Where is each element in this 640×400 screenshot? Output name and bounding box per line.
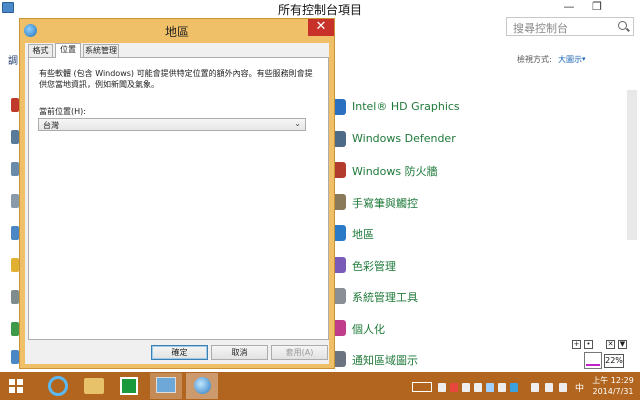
cp-left-item-icon[interactable]	[11, 194, 19, 208]
cp-item[interactable]: Windows Defender	[330, 130, 530, 150]
cpu-percent-gadget[interactable]: 22%	[604, 354, 624, 368]
gadget-menu-button[interactable]: ▼	[618, 340, 627, 349]
gadget-close-button[interactable]: ✕	[606, 340, 615, 349]
tray-icon[interactable]	[510, 383, 518, 392]
cp-item[interactable]: Windows 防火牆	[330, 161, 530, 181]
tray-icon[interactable]	[474, 383, 482, 392]
cp-item-label: Windows 防火牆	[352, 165, 438, 178]
tab-administrative[interactable]: 系統管理	[83, 44, 119, 58]
region-dialog-body: 格式 位置 系統管理 有些軟體 (包含 Windows) 可能會提供特定位置的額…	[25, 43, 329, 364]
cp-left-item-icon[interactable]	[11, 322, 19, 336]
location-tab-panel: 有些軟體 (包含 Windows) 可能會提供特定位置的額外內容。有些服務則會提…	[28, 57, 329, 340]
bluetooth-icon[interactable]	[486, 383, 494, 392]
phone-icon[interactable]	[531, 383, 539, 392]
taskbar-clock[interactable]: 上午 12:29 2014/7/31	[590, 375, 636, 397]
cp-item-label: 個人化	[352, 322, 385, 336]
control-panel-scrollbar[interactable]	[627, 90, 637, 240]
cp-item[interactable]: 系統管理工具	[330, 287, 530, 307]
cp-item[interactable]: 色彩管理	[330, 256, 530, 276]
clock-date: 2014/7/31	[592, 387, 634, 396]
cp-item-label: 手寫筆與觸控	[352, 196, 418, 210]
cancel-button[interactable]: 取消	[211, 345, 268, 360]
control-panel-icon	[156, 377, 176, 393]
cp-item-label: 色彩管理	[352, 259, 396, 273]
taskbar-control-panel-button[interactable]	[150, 373, 182, 399]
location-description: 有些軟體 (包含 Windows) 可能會提供特定位置的額外內容。有些服務則會提…	[39, 69, 313, 89]
cp-item-label: Windows Defender	[352, 131, 456, 145]
file-explorer-icon[interactable]	[84, 378, 104, 394]
cp-item[interactable]: 通知區域圖示	[330, 350, 530, 370]
globe-icon	[194, 377, 211, 394]
restore-button[interactable]: ❐	[584, 0, 610, 15]
view-by-label: 檢視方式:	[517, 55, 552, 64]
cp-left-item-icon[interactable]	[11, 350, 19, 364]
region-dialog-titlebar[interactable]: 地區 ✕	[20, 19, 334, 43]
volume-icon[interactable]	[559, 383, 567, 392]
cp-left-item-icon[interactable]	[11, 290, 19, 304]
cp-left-item-icon[interactable]	[11, 130, 19, 144]
minimize-button[interactable]: —	[556, 0, 582, 15]
cp-item[interactable]: 手寫筆與觸控	[330, 193, 530, 213]
cp-item-label: Intel® HD Graphics	[352, 100, 460, 113]
close-button[interactable]: ✕	[308, 19, 334, 36]
performance-graph-gadget[interactable]	[584, 352, 602, 369]
cp-item-label: 地區	[352, 228, 374, 241]
tab-formats[interactable]: 格式	[28, 44, 53, 58]
tray-icon[interactable]	[450, 383, 458, 392]
battery-icon[interactable]	[545, 383, 553, 392]
gadget-add-button[interactable]: +	[572, 340, 581, 349]
cp-left-item-icon[interactable]	[11, 162, 19, 176]
control-panel-left-heading: 調	[8, 56, 18, 67]
cp-item[interactable]: 地區	[330, 224, 530, 244]
internet-explorer-icon[interactable]	[48, 376, 68, 396]
region-dialog-title: 地區	[164, 25, 189, 39]
windows-start-icon[interactable]	[9, 379, 23, 393]
ok-button[interactable]: 確定	[151, 345, 208, 360]
cp-item[interactable]: Intel® HD Graphics	[330, 98, 530, 118]
cp-item-label: 通知區域圖示	[352, 354, 418, 367]
gadget-dot-button[interactable]: •	[584, 340, 593, 349]
control-panel-titlebar: 所有控制台項目 — ❐	[0, 0, 640, 17]
region-dialog: 地區 ✕ 格式 位置 系統管理 有些軟體 (包含 Windows) 可能會提供特…	[19, 18, 335, 369]
ime-indicator[interactable]: 中	[575, 381, 584, 394]
view-by-dropdown[interactable]: 大圖示	[558, 54, 582, 65]
tray-icon[interactable]	[438, 383, 446, 392]
home-location-label: 當前位置(H):	[39, 107, 86, 116]
search-placeholder: 搜尋控制台	[513, 22, 568, 35]
tab-location[interactable]: 位置	[55, 43, 81, 58]
chevron-down-icon: ⌄	[294, 119, 301, 128]
cp-item[interactable]: 個人化	[330, 319, 530, 339]
store-icon[interactable]	[120, 377, 138, 395]
home-location-select[interactable]: 台灣 ⌄	[38, 118, 306, 131]
cp-item-label: 系統管理工具	[352, 291, 418, 304]
cp-left-item-icon[interactable]	[11, 258, 19, 272]
cp-left-item-icon[interactable]	[11, 98, 19, 112]
taskbar-region-button[interactable]	[186, 373, 218, 399]
control-panel-search-input[interactable]: 搜尋控制台	[506, 17, 634, 36]
search-icon[interactable]	[618, 21, 627, 30]
apply-button[interactable]: 套用(A)	[271, 345, 328, 360]
tray-icon[interactable]	[462, 383, 470, 392]
tray-icon[interactable]	[498, 383, 506, 392]
home-location-value: 台灣	[43, 121, 59, 130]
clock-time: 上午 12:29	[592, 376, 634, 385]
chevron-down-icon[interactable]: ▾	[582, 55, 586, 63]
cp-left-item-icon[interactable]	[11, 226, 19, 240]
keyboard-icon[interactable]	[412, 382, 432, 392]
